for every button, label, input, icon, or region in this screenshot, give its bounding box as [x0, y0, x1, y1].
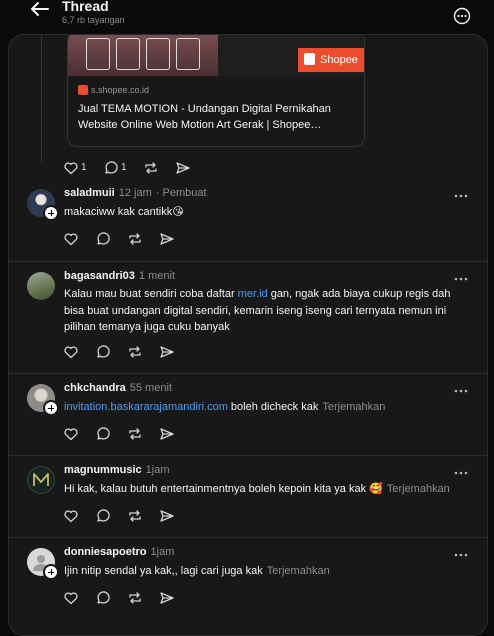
page-title: Thread	[62, 0, 109, 14]
link-domain: s.shopee.co.id	[91, 85, 150, 95]
thread-connector-line	[41, 35, 42, 163]
follow-plus-icon[interactable]	[43, 400, 59, 416]
more-dots-icon[interactable]	[453, 388, 469, 394]
more-dots-icon[interactable]	[453, 193, 469, 199]
reply-icon[interactable]	[95, 344, 111, 360]
username[interactable]: saladmuii 12 jam · Pembuat	[64, 187, 207, 199]
mer-id-link[interactable]: mer.id	[238, 288, 268, 300]
repost-icon[interactable]	[127, 426, 143, 442]
reply-post: saladmuii 12 jam · Pembuat makaciww kak ca…	[9, 181, 487, 261]
repost-icon[interactable]	[127, 590, 143, 606]
invitation-link[interactable]: invitation.baskararajamandiri.com	[64, 401, 228, 413]
post-time: 1 menit	[138, 270, 175, 282]
avatar[interactable]	[27, 548, 59, 580]
reply-icon[interactable]	[95, 508, 111, 524]
follow-plus-icon[interactable]	[43, 205, 59, 221]
share-icon[interactable]	[159, 426, 175, 442]
post-actions	[63, 231, 193, 247]
avatar[interactable]	[27, 272, 55, 300]
author-label: · Pembuat	[155, 187, 207, 199]
like-icon[interactable]	[63, 426, 79, 442]
repost-icon[interactable]	[127, 231, 143, 247]
shopee-badge: Shopee	[298, 48, 364, 72]
reply-post: chkchandra 55 menit invitation.baskararaj…	[9, 373, 487, 456]
reply-icon[interactable]	[95, 426, 111, 442]
reply-post: bagasandri03 1 menit Kalau mau buat sendi…	[9, 261, 487, 374]
repost-icon[interactable]	[127, 344, 143, 360]
like-icon[interactable]	[63, 344, 79, 360]
translate-link[interactable]: Terjemahkan	[267, 565, 330, 577]
post-text: makaciww kak cantikk😘	[64, 206, 184, 218]
share-icon[interactable]	[159, 590, 175, 606]
view-count: 6,7 rb tayangan	[62, 15, 125, 25]
post-time: 1jam	[150, 546, 175, 558]
username[interactable]: bagasandri03 1 menit	[64, 270, 175, 282]
post-time: 12 jam	[118, 187, 152, 199]
link-preview-card[interactable]: Shopee s.shopee.co.id Jual TEMA MOTION -…	[67, 35, 365, 147]
share-icon[interactable]	[159, 508, 175, 524]
share-icon[interactable]	[159, 231, 175, 247]
translate-link[interactable]: Terjemahkan	[322, 401, 385, 413]
magnum-logo-icon	[33, 473, 49, 486]
reply-post: donniesapoetro 1jam Ijin nitip sendal ya …	[9, 537, 487, 620]
more-dots-icon[interactable]	[453, 552, 469, 558]
share-icon[interactable]	[175, 160, 191, 176]
reply-icon[interactable]	[95, 590, 111, 606]
repost-icon[interactable]	[127, 508, 143, 524]
post-actions	[63, 344, 193, 360]
thread-header: Thread 6,7 rb tayangan	[0, 0, 494, 34]
post-time: 55 menit	[129, 382, 172, 394]
like-icon[interactable]	[63, 508, 79, 524]
reply-count: 1	[121, 162, 127, 173]
avatar[interactable]	[27, 384, 59, 416]
post-actions	[63, 508, 193, 524]
shopee-bag-icon	[304, 53, 315, 65]
thread-panel: Shopee s.shopee.co.id Jual TEMA MOTION -…	[8, 34, 488, 636]
link-title: Jual TEMA MOTION - Undangan Digital Pern…	[78, 103, 331, 131]
post-text: Hi kak, kalau butuh entertainmentnya bol…	[64, 483, 450, 495]
root-post-actions: 1 1	[63, 160, 203, 176]
username[interactable]: chkchandra 55 menit	[64, 382, 172, 394]
follow-plus-icon[interactable]	[43, 564, 59, 580]
translate-link[interactable]: Terjemahkan	[387, 483, 450, 495]
shopee-label: Shopee	[320, 54, 358, 66]
link-preview-image: Shopee	[68, 35, 364, 76]
username[interactable]: donniesapoetro 1jam	[64, 546, 174, 558]
back-arrow-icon[interactable]	[28, 0, 50, 18]
username[interactable]: magnummusic 1jam	[64, 464, 169, 476]
share-icon[interactable]	[159, 344, 175, 360]
post-time: 1jam	[145, 464, 170, 476]
more-dots-icon[interactable]	[453, 470, 469, 476]
post-text: invitation.baskararajamandiri.com boleh …	[64, 401, 386, 413]
product-banner	[68, 35, 218, 76]
more-options-icon[interactable]	[453, 7, 471, 25]
reply-icon[interactable]	[103, 160, 119, 176]
like-icon[interactable]	[63, 160, 79, 176]
reply-post: magnummusic 1jam Hi kak, kalau butuh ente…	[9, 455, 487, 538]
repost-icon[interactable]	[143, 160, 159, 176]
avatar[interactable]	[27, 466, 55, 494]
post-text: Ijin nitip sendal ya kak,, lagi cari jug…	[64, 565, 330, 577]
post-actions	[63, 426, 193, 442]
like-icon[interactable]	[63, 590, 79, 606]
post-text: Kalau mau buat sendiri coba daftar mer.i…	[64, 288, 451, 333]
like-icon[interactable]	[63, 231, 79, 247]
post-actions	[63, 590, 193, 606]
like-count: 1	[81, 162, 87, 173]
more-dots-icon[interactable]	[453, 276, 469, 282]
avatar[interactable]	[27, 189, 59, 221]
reply-icon[interactable]	[95, 231, 111, 247]
